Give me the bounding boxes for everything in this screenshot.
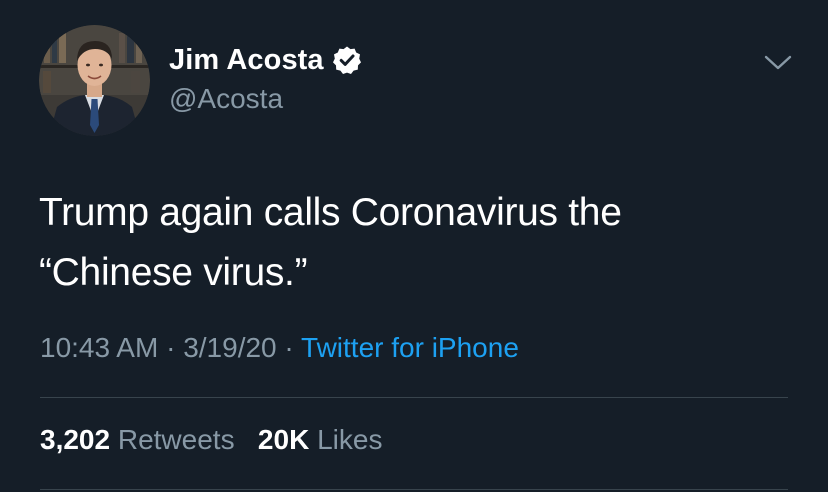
- tweet-text-line: “Chinese virus.”: [39, 251, 308, 294]
- retweets-count: 3,202: [40, 424, 111, 455]
- retweets-label: Retweets: [117, 424, 235, 455]
- tweet-text: Trump again calls Coronavirus the “Chine…: [39, 183, 779, 303]
- tweet-detail: Jim Acosta @Acosta Trump again calls Cor…: [0, 0, 828, 492]
- divider: [40, 489, 788, 490]
- tweet-time[interactable]: 10:43 AM: [40, 332, 158, 363]
- author-name-row[interactable]: Jim Acosta: [169, 40, 362, 80]
- likes-stat[interactable]: 20K Likes: [258, 424, 383, 455]
- tweet-source-link[interactable]: Twitter for iPhone: [301, 332, 519, 363]
- display-name[interactable]: Jim Acosta: [169, 44, 324, 77]
- likes-count: 20K: [257, 424, 310, 455]
- tweet-meta: 10:43 AM · 3/19/20 · Twitter for iPhone: [40, 332, 519, 364]
- tweet-text-line: Trump again calls Coronavirus the: [39, 191, 622, 234]
- verified-badge-icon: [332, 45, 362, 75]
- chevron-down-icon[interactable]: [760, 48, 796, 76]
- divider: [40, 397, 788, 398]
- meta-separator: ·: [166, 332, 176, 363]
- tweet-date[interactable]: 3/19/20: [183, 332, 276, 363]
- retweets-stat[interactable]: 3,202 Retweets: [40, 424, 242, 455]
- meta-separator: ·: [284, 332, 294, 363]
- avatar[interactable]: [39, 25, 150, 136]
- tweet-stats: 3,202 Retweets 20K Likes: [40, 424, 382, 456]
- likes-label: Likes: [317, 424, 383, 455]
- author-handle[interactable]: @Acosta: [169, 83, 283, 115]
